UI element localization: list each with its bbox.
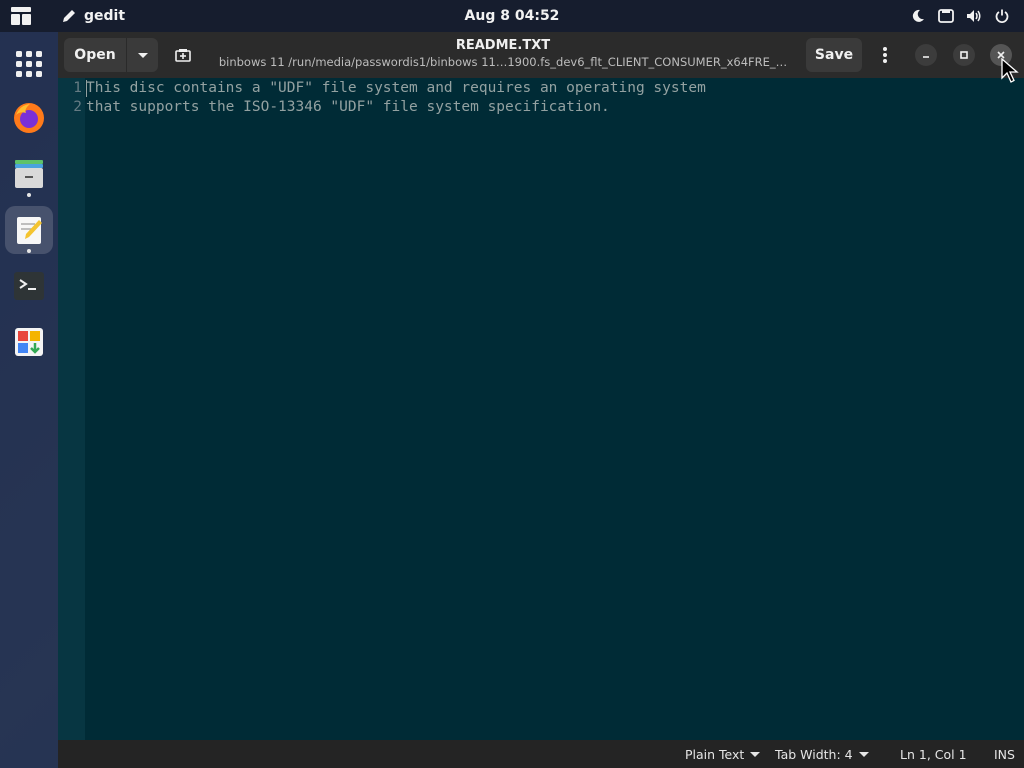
line-number: 1 [73,80,82,96]
insert-mode: INS [994,740,1015,768]
files-icon[interactable] [5,150,53,198]
insert-mode-label: INS [994,746,1015,762]
minimize-icon [923,56,929,58]
top-bar: gedit Aug 8 04:52 [0,0,1024,32]
maximize-icon [960,51,968,59]
minimize-button[interactable] [915,44,937,66]
document-title: README.TXT [455,38,551,53]
clock[interactable]: Aug 8 04:52 [465,8,560,24]
header-bar: Open README.TXT binbows 11 /run/media/pa… [58,32,1024,78]
running-indicator [27,193,31,197]
open-button[interactable]: Open [64,38,126,72]
window-title-area: README.TXT binbows 11 /run/media/passwor… [208,37,798,71]
chevron-down-icon [858,751,869,757]
gedit-window: Open README.TXT binbows 11 /run/media/pa… [58,32,1024,768]
firefox-icon[interactable] [5,94,53,142]
cursor-position-label: Ln 1, Col 1 [900,746,967,762]
volume-icon[interactable] [966,8,982,24]
line-number-gutter [58,78,85,740]
text-line[interactable]: This disc contains a "UDF" file system a… [86,79,706,98]
text-cursor [86,80,87,97]
app-menu[interactable]: gedit [62,0,125,32]
activities-icon[interactable] [11,7,31,25]
open-button-group: Open [64,38,158,72]
screen-icon[interactable] [938,8,954,24]
line-number: 2 [73,99,82,115]
text-editor[interactable]: 1 This disc contains a "UDF" file system… [58,78,1024,740]
running-indicator [27,249,31,253]
language-selector[interactable]: Plain Text [685,740,761,768]
chevron-down-icon [137,52,148,58]
maximize-button[interactable] [953,44,975,66]
menu-button[interactable] [870,38,900,72]
app-grid-icon[interactable] [5,40,53,88]
chevron-down-icon [750,751,761,757]
dock [0,32,58,768]
cursor-position[interactable]: Ln 1, Col 1 [900,740,967,768]
language-label: Plain Text [685,746,745,762]
save-button[interactable]: Save [806,38,862,72]
document-path: binbows 11 /run/media/passwordis1/binbow… [218,55,788,69]
pencil-icon [63,10,75,22]
status-bar: Plain Text Tab Width: 4 Ln 1, Col 1 INS [58,740,1024,768]
gedit-icon[interactable] [5,206,53,254]
system-tray[interactable] [910,0,1010,32]
kebab-menu-icon [883,47,887,63]
text-line[interactable]: that supports the ISO-13346 "UDF" file s… [86,98,610,117]
software-icon[interactable] [5,318,53,366]
new-tab-icon [175,49,191,62]
terminal-icon[interactable] [5,262,53,310]
power-icon[interactable] [994,8,1010,24]
night-light-icon[interactable] [910,8,926,24]
new-document-button[interactable] [166,38,200,72]
mouse-pointer-icon [1001,58,1019,83]
tab-width-label: Tab Width: 4 [775,746,853,762]
open-recent-button[interactable] [126,38,158,72]
app-name: gedit [84,8,126,24]
tab-width-selector[interactable]: Tab Width: 4 [775,740,869,768]
